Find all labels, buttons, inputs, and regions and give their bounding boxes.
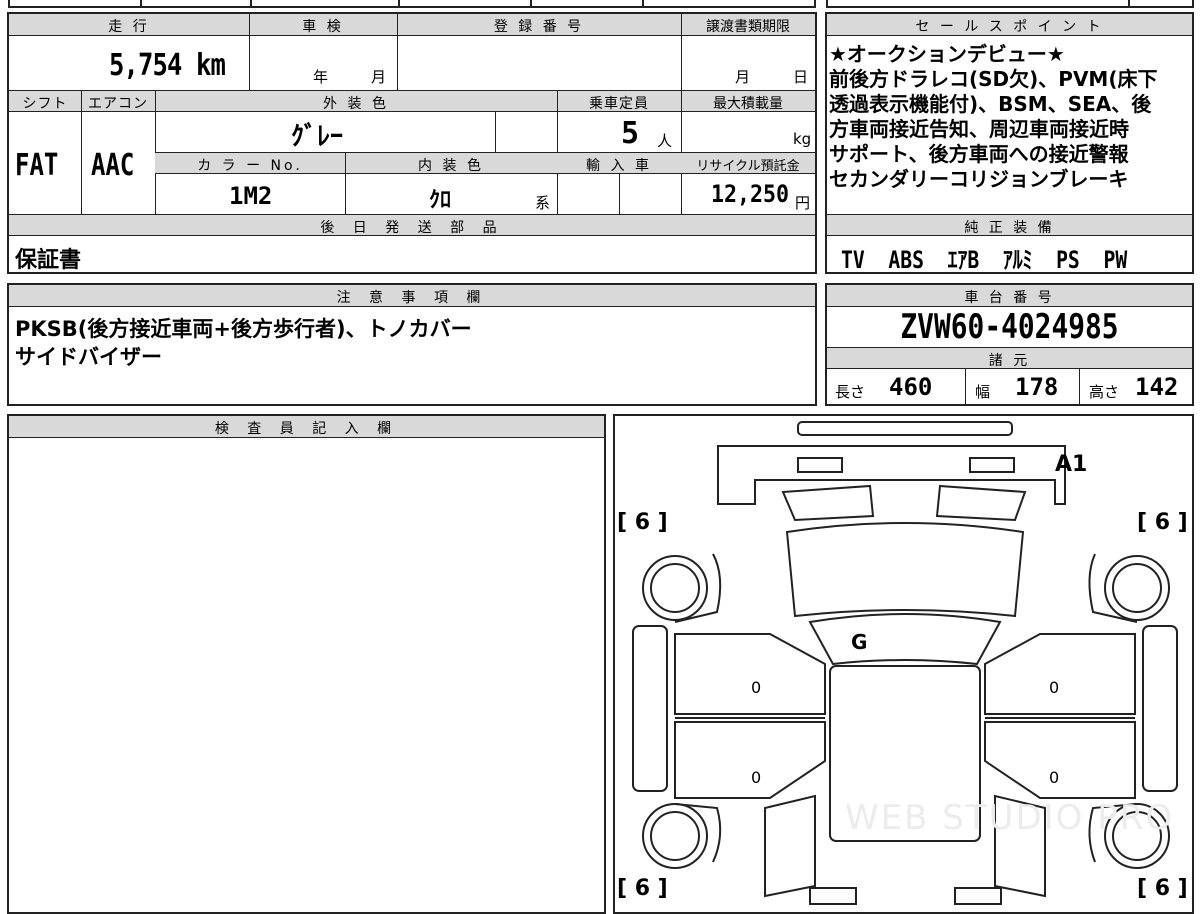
shift-value: FAT xyxy=(15,148,59,183)
sales-point-line: 方車両接近告知、周辺車両接近時 xyxy=(829,117,1129,141)
watermark: WEB STUDIO PRO xyxy=(845,798,1175,838)
top-strip-right xyxy=(826,0,1194,8)
sales-point-line: 透過表示機能付)、BSM、SEA、後 xyxy=(829,92,1152,116)
tire-front-left: [ 6 ] xyxy=(617,510,668,535)
length-value: 460 xyxy=(889,373,933,401)
aircon-label: エアコン xyxy=(88,96,148,112)
chassis-number-label: 車 台 番 号 xyxy=(964,290,1055,306)
chassis-number-value: ZVW60-4024985 xyxy=(900,307,1119,347)
max-load-label: 最大積載量 xyxy=(713,96,783,112)
sales-point-line: 前後方ドラレコ(SD欠)、PVM(床下 xyxy=(829,67,1158,91)
standard-equipment-label: 純 正 装 備 xyxy=(964,220,1055,236)
sales-point-line: サポート、後方車両への接近警報 xyxy=(829,142,1129,166)
top-strip xyxy=(8,0,816,8)
door-mark-front-left: 0 xyxy=(751,678,762,697)
later-parts-value: 保証書 xyxy=(15,248,82,273)
shaken-month-unit: 月 xyxy=(371,68,387,86)
shift-label: シフト xyxy=(22,96,68,112)
transfer-day-unit: 日 xyxy=(793,68,809,86)
sales-points-box: セ ー ル ス ポ イ ン ト ★オークションデビュー★ 前後方ドラレコ(SD欠… xyxy=(825,12,1194,274)
notes-label: 注 意 事 項 欄 xyxy=(336,290,488,306)
length-label: 長さ xyxy=(835,383,866,401)
transfer-month-unit: 月 xyxy=(735,68,751,86)
notes-line: サイドバイザー xyxy=(15,345,162,369)
interior-color-label: 内 装 色 xyxy=(418,158,484,174)
shaken-label: 車 検 xyxy=(302,19,344,35)
recycle-label: リサイクル預託金 xyxy=(696,159,800,174)
registration-label: 登 録 番 号 xyxy=(493,19,585,35)
mileage-value: 5,754 km xyxy=(109,48,226,83)
shaken-year-unit: 年 xyxy=(313,68,329,86)
notes-text: PKSB(後方接近車両+後方歩行者)、トノカバー サイドバイザー xyxy=(15,315,472,371)
color-no-label: カ ラ ー No. xyxy=(197,158,303,174)
recycle-unit: 円 xyxy=(795,194,811,212)
recycle-value: 12,250 xyxy=(711,180,790,208)
notes-box: 注 意 事 項 欄 PKSB(後方接近車両+後方歩行者)、トノカバー サイドバイ… xyxy=(7,283,817,406)
interior-color-suffix: 系 xyxy=(535,194,551,212)
aircon-value: AAC xyxy=(91,148,135,183)
mark-glass-g: G xyxy=(851,630,868,654)
exterior-color-value: ｸﾞﾚｰ xyxy=(291,122,344,152)
door-mark-rear-right: 0 xyxy=(1049,768,1060,787)
tire-rear-left: [ 6 ] xyxy=(617,876,668,901)
capacity-label: 乗車定員 xyxy=(589,96,649,112)
width-value: 178 xyxy=(1015,373,1059,401)
chassis-box: 車 台 番 号 ZVW60-4024985 諸 元 長さ 460 幅 178 高… xyxy=(825,283,1194,406)
sales-point-line: ★オークションデビュー★ xyxy=(829,42,1065,66)
sales-point-line: セカンダリーコリジョンブレーキ xyxy=(829,167,1129,191)
import-car-label: 輸 入 車 xyxy=(586,158,652,174)
capacity-unit: 人 xyxy=(657,132,673,150)
width-label: 幅 xyxy=(975,383,991,401)
later-parts-label: 後 日 発 送 部 品 xyxy=(320,220,504,236)
color-no-value: 1M2 xyxy=(229,182,273,210)
car-diagram: A1 G [ 6 ] [ 6 ] [ 6 ] [ 6 ] 0 0 0 0 WEB… xyxy=(613,414,1194,914)
transfer-deadline-label: 譲渡書類期限 xyxy=(706,19,790,35)
standard-equipment-value: TV ABS ｴｱB ｱﾙﾐ PS PW xyxy=(841,246,1128,274)
notes-line: PKSB(後方接近車両+後方歩行者)、トノカバー xyxy=(15,317,472,341)
door-mark-rear-left: 0 xyxy=(751,768,762,787)
specs-label: 諸 元 xyxy=(988,353,1031,369)
tire-rear-right: [ 6 ] xyxy=(1137,876,1188,901)
vehicle-info-table: 走 行 車 検 登 録 番 号 譲渡書類期限 5,754 km 年 月 月 日 … xyxy=(7,12,817,274)
inspector-box: 検 査 員 記 入 欄 xyxy=(7,414,606,914)
tire-front-right: [ 6 ] xyxy=(1137,510,1188,535)
door-mark-front-right: 0 xyxy=(1049,678,1060,697)
sales-points-label: セ ー ル ス ポ イ ン ト xyxy=(915,19,1104,35)
mileage-label: 走 行 xyxy=(108,19,150,35)
mark-front-a1: A1 xyxy=(1055,452,1088,477)
height-label: 高さ xyxy=(1089,383,1120,401)
exterior-color-label: 外 装 色 xyxy=(323,96,389,112)
interior-color-value: ｸﾛ xyxy=(429,188,452,213)
inspector-label: 検 査 員 記 入 欄 xyxy=(214,421,399,437)
sales-points-text: ★オークションデビュー★ 前後方ドラレコ(SD欠)、PVM(床下 透過表示機能付… xyxy=(829,42,1157,192)
capacity-value: 5 xyxy=(621,116,640,151)
height-value: 142 xyxy=(1135,373,1179,401)
max-load-unit: kg xyxy=(793,130,812,148)
